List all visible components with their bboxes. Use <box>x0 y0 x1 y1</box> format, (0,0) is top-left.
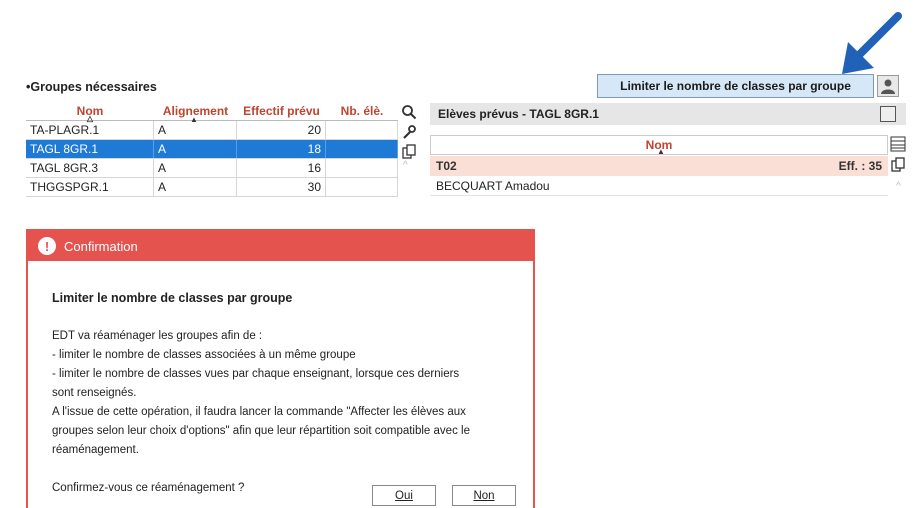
list-item[interactable]: BECQUART Amadou <box>430 176 888 196</box>
group-name: T02 <box>436 159 457 173</box>
message-line: EDT va réaménager les groupes afin de : <box>52 330 263 342</box>
row-nom: TA-PLAGR.1 <box>26 121 154 139</box>
no-button[interactable]: Non <box>452 485 516 506</box>
scroll-up-icon[interactable]: ^ <box>403 160 408 171</box>
message-line: - limiter le nombre de classes vues par … <box>52 368 460 380</box>
row-alignement: A <box>154 140 237 158</box>
group-count: Eff. : 35 <box>838 159 882 173</box>
row-nb-eleves <box>326 140 398 158</box>
yes-button[interactable]: Oui <box>372 485 436 506</box>
group-row[interactable]: T02 Eff. : 35 <box>430 156 888 176</box>
row-effectif: 16 <box>237 159 326 177</box>
dialog-question: Confirmez-vous ce réaménagement ? <box>52 482 245 494</box>
student-name: BECQUART Amadou <box>436 178 550 193</box>
table-toolbar <box>399 101 419 241</box>
row-alignement: A <box>154 159 237 177</box>
row-effectif: 30 <box>237 178 326 196</box>
table-row[interactable]: TAGL 8GR.3 A 16 <box>26 159 398 178</box>
message-line: sont renseignés. <box>52 387 137 399</box>
warning-icon: ! <box>38 237 56 255</box>
row-effectif: 20 <box>237 121 326 139</box>
dialog-heading: Limiter le nombre de classes par groupe <box>52 291 293 305</box>
dialog-title: Confirmation <box>64 238 138 254</box>
panel-option-icon[interactable] <box>880 106 896 122</box>
row-nb-eleves <box>326 178 398 196</box>
section-title: •Groupes nécessaires <box>26 80 157 94</box>
dialog-title-bar: ! Confirmation <box>28 231 533 261</box>
copy-icon[interactable] <box>890 157 906 176</box>
row-nom: TAGL 8GR.1 <box>26 140 154 158</box>
column-header-effectif[interactable]: Effectif prévu <box>237 101 326 120</box>
table-row-selected[interactable]: TAGL 8GR.1 A 18 <box>26 140 398 159</box>
table-header: Nom △ Alignement ▲ Effectif prévu Nb. élè. <box>26 101 398 125</box>
dialog-message: EDT va réaménager les groupes afin de : … <box>52 327 509 460</box>
table-row[interactable]: TA-PLAGR.1 A 20 <box>26 121 398 140</box>
user-icon[interactable] <box>877 75 899 97</box>
row-nom: TAGL 8GR.3 <box>26 159 154 177</box>
groups-table: Nom △ Alignement ▲ Effectif prévu Nb. élè.… <box>26 101 398 197</box>
panel-title: Elèves prévus - TAGL 8GR.1 <box>438 107 599 121</box>
limit-classes-button[interactable]: Limiter le nombre de classes par groupe <box>597 74 874 98</box>
row-nb-eleves <box>326 121 398 139</box>
message-line: groupes selon leur choix d'options" afin… <box>52 425 470 437</box>
panel-title-bar: Elèves prévus - TAGL 8GR.1 <box>430 103 906 125</box>
message-line: A l'issue de cette opération, il faudra … <box>52 406 466 418</box>
row-effectif: 18 <box>237 140 326 158</box>
table-icon[interactable] <box>890 136 906 155</box>
wrench-icon[interactable] <box>400 123 418 141</box>
copy-icon[interactable] <box>400 143 418 161</box>
search-icon[interactable] <box>400 103 418 121</box>
column-header-nom[interactable]: Nom △ <box>26 101 154 124</box>
row-nb-eleves <box>326 159 398 177</box>
column-header-alignement[interactable]: Alignement ▲ <box>154 101 237 125</box>
students-panel: Elèves prévus - TAGL 8GR.1 Nom ▲ T02 Eff.… <box>430 103 906 243</box>
message-line: réaménagement. <box>52 444 139 456</box>
column-header-nom[interactable]: Nom ▲ <box>430 135 888 156</box>
table-row[interactable]: THGGSPGR.1 A 30 <box>26 178 398 197</box>
row-alignement: A <box>154 178 237 196</box>
row-nom: THGGSPGR.1 <box>26 178 154 196</box>
scroll-up-icon[interactable]: ^ <box>896 181 901 192</box>
message-line: - limiter le nombre de classes associées… <box>52 349 356 361</box>
annotation-arrow-icon <box>842 12 902 74</box>
column-header-nb-eleves[interactable]: Nb. élè. <box>326 101 398 120</box>
confirmation-dialog: ! Confirmation Limiter le nombre de clas… <box>26 229 535 508</box>
